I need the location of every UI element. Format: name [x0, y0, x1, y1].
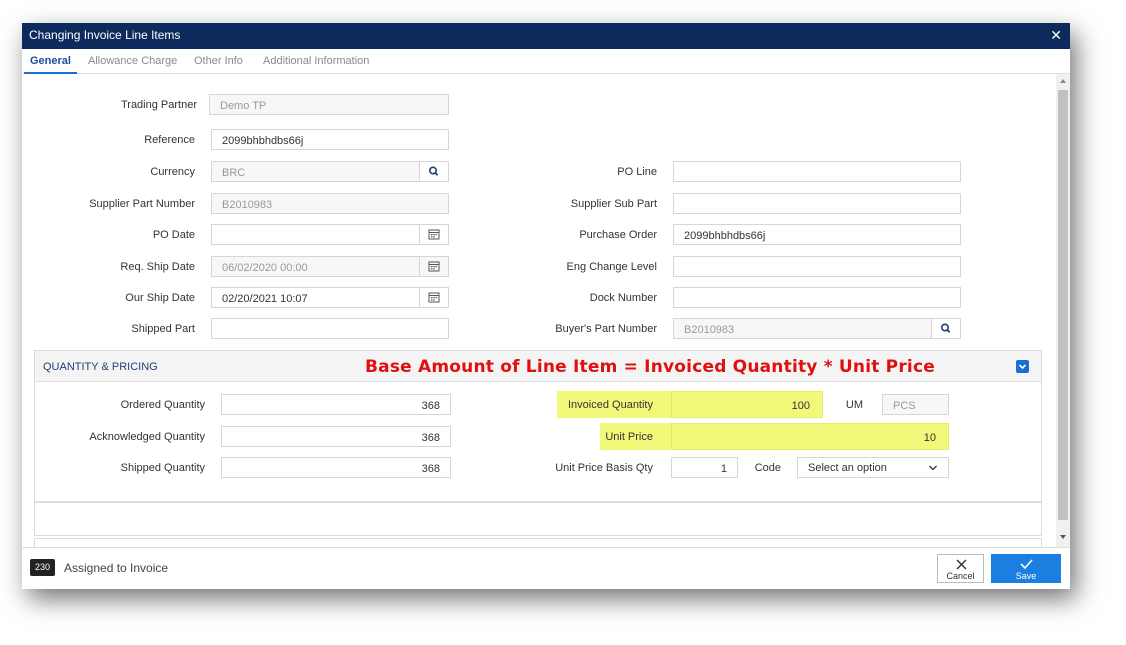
- search-icon: [429, 166, 439, 176]
- save-button[interactable]: Save: [991, 554, 1061, 583]
- tab-other-info[interactable]: Other Info: [194, 55, 243, 67]
- dialog-title: Changing Invoice Line Items: [29, 28, 181, 42]
- invoice-line-dialog: Changing Invoice Line Items ✕ General Al…: [22, 23, 1070, 589]
- um-field: PCS: [882, 394, 949, 415]
- chevron-down-icon: [929, 465, 937, 471]
- buyers-part-number-label: Buyer's Part Number: [555, 323, 657, 335]
- vertical-scrollbar[interactable]: [1056, 74, 1070, 547]
- checkmark-icon: [1020, 559, 1033, 570]
- form-content: Trading Partner Demo TP Reference 2099bh…: [22, 74, 1056, 547]
- req-ship-date-field: 06/02/2020 00:00: [211, 256, 449, 277]
- dialog-footer: 230 Assigned to Invoice Cancel Save: [22, 547, 1070, 589]
- po-date-calendar-button[interactable]: [419, 225, 448, 244]
- currency-search-button[interactable]: [419, 162, 448, 181]
- acknowledged-quantity-label: Acknowledged Quantity: [89, 431, 205, 443]
- po-line-label: PO Line: [617, 166, 657, 178]
- scroll-down-icon[interactable]: [1059, 534, 1067, 540]
- dialog-titlebar: Changing Invoice Line Items ✕: [22, 23, 1070, 49]
- save-label: Save: [1015, 571, 1037, 581]
- status-badge: 230: [30, 559, 55, 576]
- currency-label: Currency: [150, 166, 195, 178]
- po-date-label: PO Date: [152, 229, 195, 241]
- shipped-quantity-field[interactable]: 368: [221, 457, 451, 478]
- close-icon[interactable]: ✕: [1050, 27, 1062, 44]
- currency-field[interactable]: BRC: [211, 161, 449, 182]
- our-ship-date-label: Our Ship Date: [125, 292, 195, 304]
- trading-partner-label: Trading Partner: [120, 99, 197, 111]
- shipped-quantity-label: Shipped Quantity: [120, 462, 205, 474]
- quantity-pricing-section: QUANTITY & PRICING Base Amount of Line I…: [34, 350, 1042, 502]
- scroll-up-icon[interactable]: [1059, 78, 1067, 84]
- dock-number-label: Dock Number: [589, 292, 657, 304]
- empty-section: [34, 502, 1042, 536]
- shipped-part-label: Shipped Part: [131, 323, 195, 335]
- code-select-value: Select an option: [808, 462, 887, 474]
- cancel-button[interactable]: Cancel: [937, 554, 984, 583]
- invoiced-quantity-label: Invoiced Quantity: [568, 399, 653, 411]
- trading-partner-field: Demo TP: [209, 94, 449, 115]
- req-ship-date-value: 06/02/2020 00:00: [222, 262, 308, 274]
- ordered-quantity-label: Ordered Quantity: [120, 399, 205, 411]
- unit-price-basis-qty-field[interactable]: 1: [671, 457, 738, 478]
- supplier-part-number-field: B2010983: [211, 193, 449, 214]
- acknowledged-quantity-field[interactable]: 368: [221, 426, 451, 447]
- quantity-pricing-title: QUANTITY & PRICING: [43, 361, 158, 373]
- tab-bar: General Allowance Charge Other Info Addi…: [22, 49, 1070, 74]
- unit-price-basis-qty-label: Unit Price Basis Qty: [555, 462, 653, 474]
- supplier-part-number-label: Supplier Part Number: [89, 198, 195, 210]
- tab-additional-information[interactable]: Additional Information: [263, 55, 369, 67]
- shipped-part-field[interactable]: [211, 318, 449, 339]
- status-text: Assigned to Invoice: [64, 561, 169, 575]
- buyers-part-number-field: B2010983: [673, 318, 961, 339]
- invoiced-quantity-field[interactable]: 100: [671, 391, 823, 418]
- supplier-sub-part-label: Supplier Sub Part: [570, 198, 657, 210]
- currency-value: BRC: [222, 167, 246, 179]
- our-ship-date-calendar-button[interactable]: [419, 288, 448, 307]
- buyers-part-search-button[interactable]: [931, 319, 960, 338]
- collapse-toggle-icon[interactable]: [1016, 360, 1029, 373]
- calendar-icon: [428, 292, 440, 303]
- po-line-field[interactable]: [673, 161, 961, 182]
- our-ship-date-field[interactable]: 02/20/2021 10:07: [211, 287, 449, 308]
- req-ship-date-calendar-button[interactable]: [419, 257, 448, 276]
- po-date-field[interactable]: [211, 224, 449, 245]
- buyers-part-number-value: B2010983: [684, 324, 735, 336]
- close-icon: [956, 559, 967, 570]
- our-ship-date-value: 02/20/2021 10:07: [222, 293, 308, 305]
- scrollbar-thumb[interactable]: [1058, 90, 1068, 520]
- calendar-icon: [428, 229, 440, 240]
- um-label: UM: [845, 399, 863, 411]
- req-ship-date-label: Req. Ship Date: [120, 261, 195, 273]
- purchase-order-label: Purchase Order: [579, 229, 657, 241]
- search-icon: [941, 323, 951, 333]
- reference-field[interactable]: 2099bhbhdbs66j: [211, 129, 449, 150]
- code-select[interactable]: Select an option: [797, 457, 949, 478]
- reference-label: Reference: [144, 134, 195, 146]
- supplier-sub-part-field[interactable]: [673, 193, 961, 214]
- collapsed-section: [34, 538, 1042, 547]
- tab-general[interactable]: General: [24, 55, 77, 74]
- code-label: Code: [754, 462, 781, 474]
- quantity-pricing-header: QUANTITY & PRICING Base Amount of Line I…: [35, 351, 1041, 382]
- calendar-icon: [428, 261, 440, 272]
- tab-allowance-charge[interactable]: Allowance Charge: [88, 55, 177, 67]
- base-amount-annotation: Base Amount of Line Item = Invoiced Quan…: [365, 357, 935, 377]
- eng-change-level-label: Eng Change Level: [566, 261, 657, 273]
- unit-price-field[interactable]: 10: [671, 423, 949, 450]
- unit-price-label: Unit Price: [605, 431, 653, 443]
- cancel-label: Cancel: [946, 571, 975, 581]
- ordered-quantity-field[interactable]: 368: [221, 394, 451, 415]
- purchase-order-field[interactable]: 2099bhbhdbs66j: [673, 224, 961, 245]
- eng-change-level-field[interactable]: [673, 256, 961, 277]
- dock-number-field[interactable]: [673, 287, 961, 308]
